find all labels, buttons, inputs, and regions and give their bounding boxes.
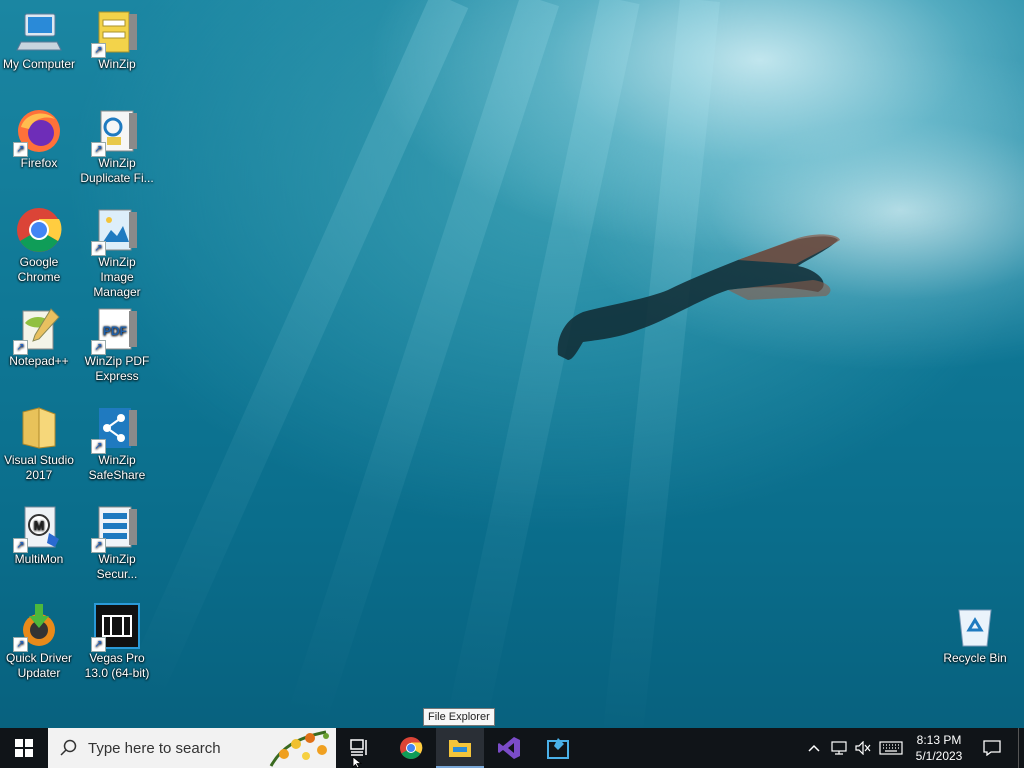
desktop-icon-winzip-pdf-express[interactable]: PDF ↗ WinZip PDF Express — [78, 299, 156, 384]
windows-logo-icon — [15, 739, 33, 757]
chrome-icon — [400, 737, 423, 759]
taskbar-file-explorer[interactable] — [436, 728, 484, 768]
tray-show-hidden-icons[interactable] — [804, 728, 824, 768]
shortcut-arrow-icon: ↗ — [91, 340, 106, 355]
tray-clock[interactable]: 8:13 PM 5/1/2023 — [910, 728, 968, 768]
clock-time: 8:13 PM — [916, 733, 962, 747]
clock-date: 5/1/2023 — [915, 749, 963, 763]
taskbar-vs-installer[interactable] — [534, 728, 582, 768]
shortcut-arrow-icon: ↗ — [13, 637, 28, 652]
shortcut-arrow-icon: ↗ — [91, 43, 106, 58]
desktop-icon-my-computer[interactable]: My Computer — [0, 2, 78, 72]
search-icon — [60, 739, 77, 756]
winzip-pdf-icon: PDF ↗ — [91, 305, 141, 355]
desktop-icon-vegas-pro[interactable]: ↗ Vegas Pro 13.0 (64-bit) — [78, 596, 156, 681]
visual-studio-icon — [498, 737, 520, 759]
shortcut-arrow-icon: ↗ — [13, 142, 28, 157]
winzip-icon: ↗ — [91, 8, 141, 58]
task-view-icon — [350, 739, 367, 756]
network-icon — [831, 741, 847, 755]
desktop-icon-winzip-image-manager[interactable]: ↗ WinZip Image Manager — [78, 200, 156, 300]
folder-icon — [15, 404, 63, 452]
search-box[interactable]: Type here to search — [48, 728, 336, 768]
keyboard-icon — [879, 741, 903, 755]
firefox-icon: ↗ — [13, 107, 63, 157]
search-highlight-icon — [269, 730, 329, 767]
tray-network[interactable] — [828, 728, 850, 768]
show-desktop-button[interactable] — [1018, 728, 1024, 768]
desktop-icon-google-chrome[interactable]: Google Chrome — [0, 200, 78, 285]
taskbar-chrome[interactable] — [387, 728, 435, 768]
shortcut-arrow-icon: ↗ — [91, 637, 106, 652]
vs-installer-icon — [547, 738, 569, 759]
file-explorer-icon — [449, 740, 471, 757]
desktop-icon-visual-studio-2017[interactable]: Visual Studio 2017 — [0, 398, 78, 483]
desktop-icon-multimon[interactable]: M ↗ MultiMon — [0, 497, 78, 567]
winzip-duplicate-icon: ↗ — [91, 107, 141, 157]
svg-text:PDF: PDF — [103, 324, 127, 338]
shortcut-arrow-icon: ↗ — [91, 142, 106, 157]
driver-updater-icon: ↗ — [13, 602, 63, 652]
desktop-icon-winzip-secure[interactable]: ↗ WinZip Secur... — [78, 497, 156, 582]
shortcut-arrow-icon: ↗ — [13, 340, 28, 355]
tray-keyboard[interactable] — [876, 728, 906, 768]
desktop-icon-recycle-bin[interactable]: Recycle Bin — [936, 596, 1014, 666]
winzip-safeshare-icon: ↗ — [91, 404, 141, 454]
search-placeholder: Type here to search — [88, 740, 221, 757]
action-center-button[interactable] — [972, 728, 1012, 768]
start-button[interactable] — [0, 728, 48, 768]
shortcut-arrow-icon: ↗ — [13, 538, 28, 553]
winzip-image-icon: ↗ — [91, 206, 141, 256]
svg-text:M: M — [34, 518, 45, 533]
shortcut-arrow-icon: ↗ — [91, 241, 106, 256]
taskbar: Type here to search 8:13 PM 5/1/2023 — [0, 728, 1024, 768]
shortcut-arrow-icon: ↗ — [91, 439, 106, 454]
tray-volume[interactable] — [852, 728, 874, 768]
multimon-icon: M ↗ — [13, 503, 63, 553]
volume-muted-icon — [855, 741, 871, 755]
recycle-bin-icon — [951, 602, 999, 650]
mouse-cursor-icon — [352, 756, 362, 768]
desktop-icon-notepad-plus-plus[interactable]: ↗ Notepad++ — [0, 299, 78, 369]
light-ray — [442, 0, 640, 748]
computer-icon — [15, 8, 63, 56]
chevron-up-icon — [808, 744, 820, 752]
desktop-icon-quick-driver-updater[interactable]: ↗ Quick Driver Updater — [0, 596, 78, 681]
vegas-pro-icon: ↗ — [91, 602, 141, 652]
winzip-secure-icon: ↗ — [91, 503, 141, 553]
desktop-icon-firefox[interactable]: ↗ Firefox — [0, 101, 78, 171]
light-ray — [600, 0, 720, 758]
chrome-icon — [15, 206, 63, 254]
file-explorer-tooltip: File Explorer — [423, 708, 495, 726]
shortcut-arrow-icon: ↗ — [91, 538, 106, 553]
taskbar-visual-studio[interactable] — [485, 728, 533, 768]
desktop-icon-winzip-safeshare[interactable]: ↗ WinZip SafeShare — [78, 398, 156, 483]
notepad-plus-plus-icon: ↗ — [13, 305, 63, 355]
desktop-icon-winzip-duplicate[interactable]: ↗ WinZip Duplicate Fi... — [78, 101, 156, 186]
notification-icon — [983, 740, 1001, 756]
wallpaper-diver — [557, 234, 840, 360]
desktop-icon-winzip[interactable]: ↗ WinZip — [78, 2, 156, 72]
